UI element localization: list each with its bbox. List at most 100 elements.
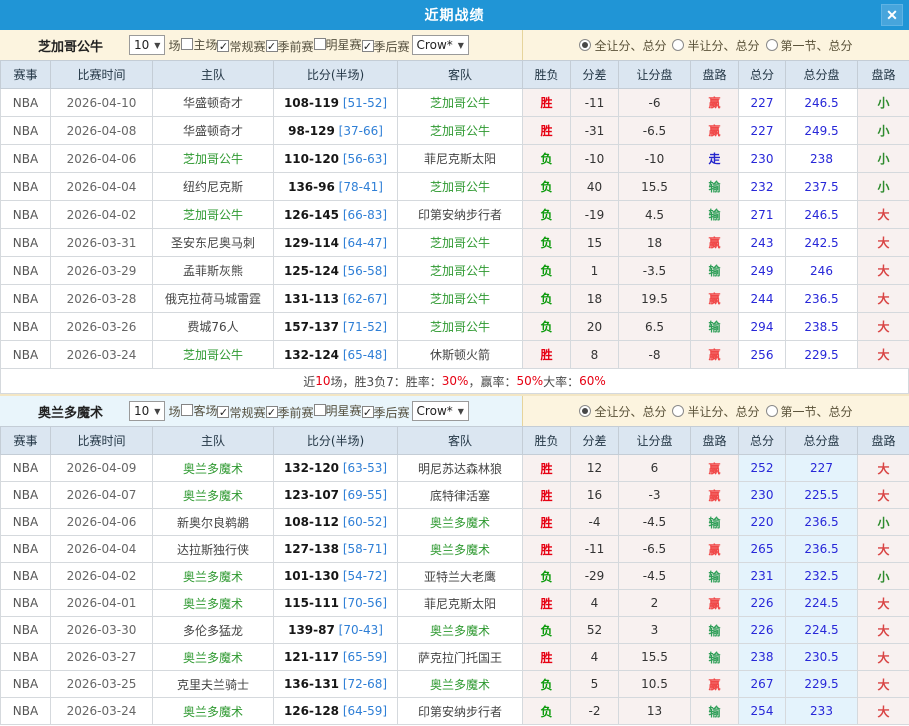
games-count-select[interactable]: 10 ▼	[129, 401, 165, 421]
radio-option-全让分、总分[interactable]: 全让分、总分	[579, 37, 666, 54]
radio-option-全让分、总分[interactable]: 全让分、总分	[579, 403, 666, 420]
odds-company-select[interactable]: Crow* ▼	[412, 401, 469, 421]
games-count-value: 10	[134, 404, 149, 418]
filter-checkbox-客场[interactable]: 客场	[181, 402, 217, 419]
cell-handicap-result: 赢	[691, 590, 739, 617]
filter-checkbox-季后赛[interactable]: ✓季后赛	[362, 404, 410, 421]
summary-value: 50%	[516, 374, 543, 388]
cell-total-line: 238.5	[786, 313, 858, 341]
radio-option-第一节、总分[interactable]: 第一节、总分	[766, 403, 853, 420]
column-header: 总分	[739, 61, 786, 89]
cell-point-diff: 20	[571, 313, 619, 341]
cell-win-loss: 负	[523, 145, 571, 173]
cell-over-under: 大	[858, 590, 909, 617]
filter-checkbox-明星赛[interactable]: 明星赛	[314, 402, 362, 419]
cell-handicap-result: 输	[691, 617, 739, 644]
checkbox-checked-icon: ✓	[266, 406, 278, 418]
cell-total-line: 236.5	[786, 285, 858, 313]
filter-checkbox-常规赛[interactable]: ✓常规赛	[217, 38, 265, 55]
cell-handicap-line: 6.5	[619, 313, 691, 341]
column-header: 胜负	[523, 61, 571, 89]
filter-checkbox-常规赛[interactable]: ✓常规赛	[217, 404, 265, 421]
column-header: 分差	[571, 61, 619, 89]
half-score: [58-71]	[339, 542, 387, 556]
cell-win-loss: 胜	[523, 455, 571, 482]
cell-total-line: 224.5	[786, 590, 858, 617]
cell-total-line: 233	[786, 698, 858, 725]
radio-option-半让分、总分[interactable]: 半让分、总分	[672, 403, 759, 420]
full-score: 157-137	[284, 320, 339, 334]
column-header: 胜负	[523, 427, 571, 455]
table-row: NBA2026-04-10华盛顿奇才108-119 [51-52]芝加哥公牛胜-…	[1, 89, 909, 117]
odds-company-value: Crow*	[417, 38, 453, 52]
cell-total-line: 246.5	[786, 201, 858, 229]
cell-handicap-line: 10.5	[619, 671, 691, 698]
close-button[interactable]: ✕	[881, 4, 903, 26]
filter-checkbox-季前赛[interactable]: ✓季前赛	[266, 404, 314, 421]
checkbox-label: 常规赛	[229, 38, 265, 55]
cell-away-team: 芝加哥公牛	[398, 173, 523, 201]
cell-league: NBA	[1, 671, 51, 698]
cell-total-line: 237.5	[786, 173, 858, 201]
cell-handicap-result: 赢	[691, 285, 739, 313]
cell-home-team: 孟菲斯灰熊	[153, 257, 274, 285]
cell-handicap-result: 赢	[691, 455, 739, 482]
checkbox-label: 季前赛	[278, 38, 314, 55]
filter-checkbox-季前赛[interactable]: ✓季前赛	[266, 38, 314, 55]
filter-checkbox-季后赛[interactable]: ✓季后赛	[362, 38, 410, 55]
checkbox-label: 客场	[193, 402, 217, 419]
radio-option-第一节、总分[interactable]: 第一节、总分	[766, 37, 853, 54]
radio-option-半让分、总分[interactable]: 半让分、总分	[672, 37, 759, 54]
cell-handicap-result: 输	[691, 201, 739, 229]
cell-home-team: 奥兰多魔术	[153, 563, 274, 590]
cell-home-team: 奥兰多魔术	[153, 482, 274, 509]
filter-checkbox-明星赛[interactable]: 明星赛	[314, 36, 362, 53]
checkbox-label: 主场	[193, 36, 217, 53]
cell-date: 2026-04-06	[51, 509, 153, 536]
full-score: 127-138	[284, 542, 339, 556]
full-score: 126-128	[284, 704, 339, 718]
games-count-select[interactable]: 10 ▼	[129, 35, 165, 55]
cell-point-diff: -31	[571, 117, 619, 145]
cell-total-points: 256	[739, 341, 786, 369]
cell-home-team: 圣安东尼奥马刺	[153, 229, 274, 257]
table-row: NBA2026-04-08华盛顿奇才98-129 [37-66]芝加哥公牛胜-3…	[1, 117, 909, 145]
cell-league: NBA	[1, 644, 51, 671]
filter-checkbox-主场[interactable]: 主场	[181, 36, 217, 53]
checkbox-unchecked-icon	[181, 404, 193, 416]
cell-handicap-result: 走	[691, 145, 739, 173]
cell-handicap-line: -4.5	[619, 509, 691, 536]
cell-total-line: 224.5	[786, 617, 858, 644]
half-score: [78-41]	[335, 180, 383, 194]
cell-away-team: 芝加哥公牛	[398, 313, 523, 341]
cell-away-team: 奥兰多魔术	[398, 617, 523, 644]
cell-home-team: 华盛顿奇才	[153, 117, 274, 145]
cell-handicap-line: 3	[619, 617, 691, 644]
cell-total-points: 252	[739, 455, 786, 482]
checkbox-label: 季后赛	[374, 38, 410, 55]
cell-win-loss: 负	[523, 313, 571, 341]
cell-point-diff: -29	[571, 563, 619, 590]
cell-away-team: 菲尼克斯太阳	[398, 145, 523, 173]
filter-checkbox-group: 客场✓常规赛✓季前赛明星赛✓季后赛	[181, 401, 409, 421]
cell-score: 157-137 [71-52]	[274, 313, 398, 341]
cell-win-loss: 胜	[523, 482, 571, 509]
full-score: 136-96	[288, 180, 335, 194]
half-score: [72-68]	[339, 677, 387, 691]
column-header: 让分盘	[619, 61, 691, 89]
odds-company-select[interactable]: Crow* ▼	[412, 35, 469, 55]
radio-label: 半让分、总分	[687, 37, 759, 54]
column-header: 主队	[153, 427, 274, 455]
cell-handicap-line: 19.5	[619, 285, 691, 313]
half-score: [60-52]	[339, 515, 387, 529]
cell-win-loss: 胜	[523, 509, 571, 536]
cell-home-team: 华盛顿奇才	[153, 89, 274, 117]
radio-label: 第一节、总分	[781, 403, 853, 420]
cell-away-team: 萨克拉门托国王	[398, 644, 523, 671]
cell-win-loss: 胜	[523, 644, 571, 671]
checkbox-unchecked-icon	[314, 404, 326, 416]
games-suffix-label: 场	[168, 37, 180, 54]
cell-total-points: 249	[739, 257, 786, 285]
cell-handicap-result: 输	[691, 698, 739, 725]
cell-total-line: 229.5	[786, 671, 858, 698]
